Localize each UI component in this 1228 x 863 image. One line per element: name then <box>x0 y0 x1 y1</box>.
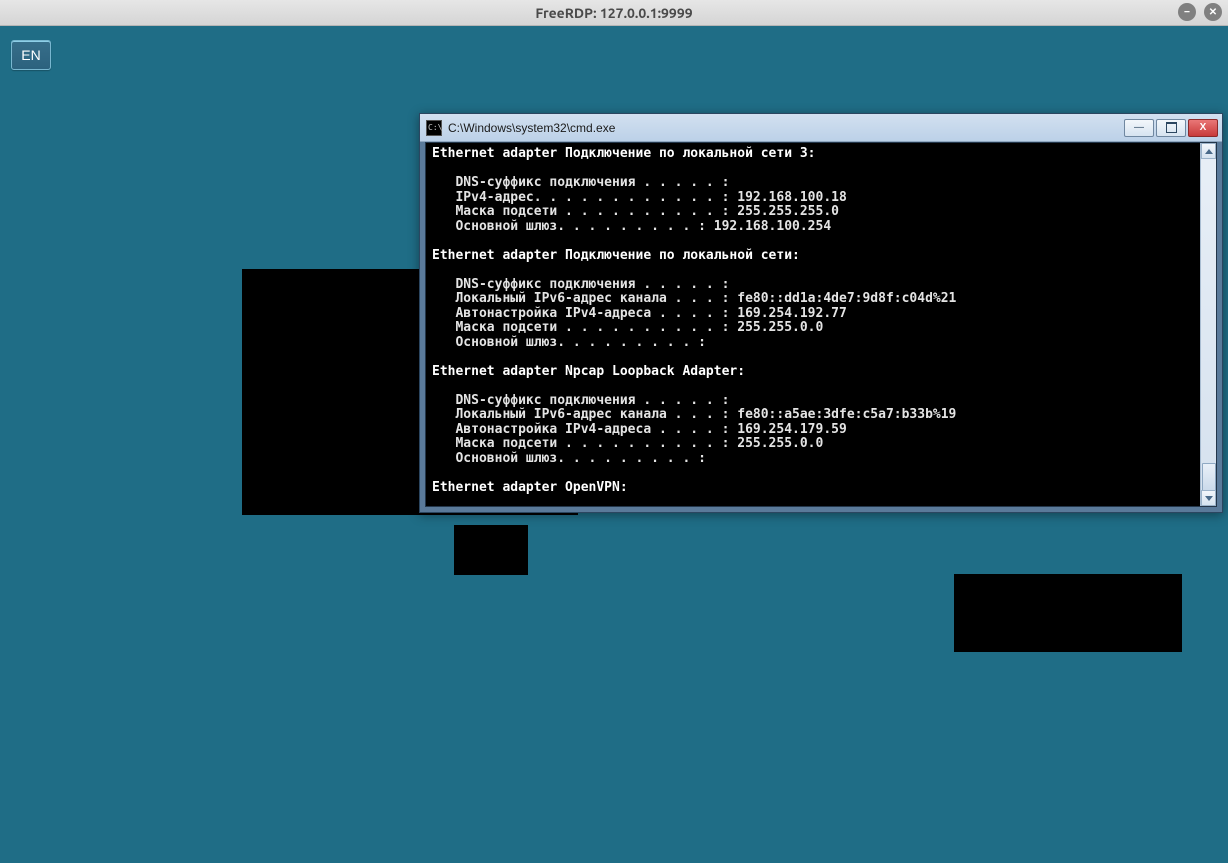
cmd-maximize-button[interactable] <box>1156 119 1186 137</box>
host-titlebar: FreeRDP: 127.0.0.1:9999 <box>0 0 1228 26</box>
scroll-up-button[interactable] <box>1201 143 1216 159</box>
cmd-window-controls: — X <box>1124 119 1218 137</box>
minimize-button[interactable] <box>1178 3 1196 21</box>
host-window-title: FreeRDP: 127.0.0.1:9999 <box>535 5 692 21</box>
cmd-minimize-button[interactable]: — <box>1124 119 1154 137</box>
close-button[interactable] <box>1204 3 1222 21</box>
cmd-titlebar[interactable]: C:\ C:\Windows\system32\cmd.exe — X <box>420 114 1222 142</box>
redacted-block <box>954 574 1182 652</box>
remote-desktop[interactable]: EN C:\ C:\Windows\system32\cmd.exe — X E… <box>0 26 1228 854</box>
scroll-thumb[interactable] <box>1202 463 1216 493</box>
redacted-block <box>454 525 528 575</box>
host-window-controls <box>1178 3 1222 21</box>
cmd-window[interactable]: C:\ C:\Windows\system32\cmd.exe — X Ethe… <box>419 113 1223 513</box>
scroll-down-button[interactable] <box>1201 490 1216 506</box>
language-indicator[interactable]: EN <box>11 40 51 70</box>
cmd-window-title: C:\Windows\system32\cmd.exe <box>448 121 1124 135</box>
cmd-output[interactable]: Ethernet adapter Подключение по локально… <box>426 143 1200 506</box>
cmd-scrollbar[interactable] <box>1200 143 1216 506</box>
cmd-icon: C:\ <box>426 120 442 136</box>
cmd-close-button[interactable]: X <box>1188 119 1218 137</box>
cmd-client-area: Ethernet adapter Подключение по локально… <box>425 142 1217 507</box>
